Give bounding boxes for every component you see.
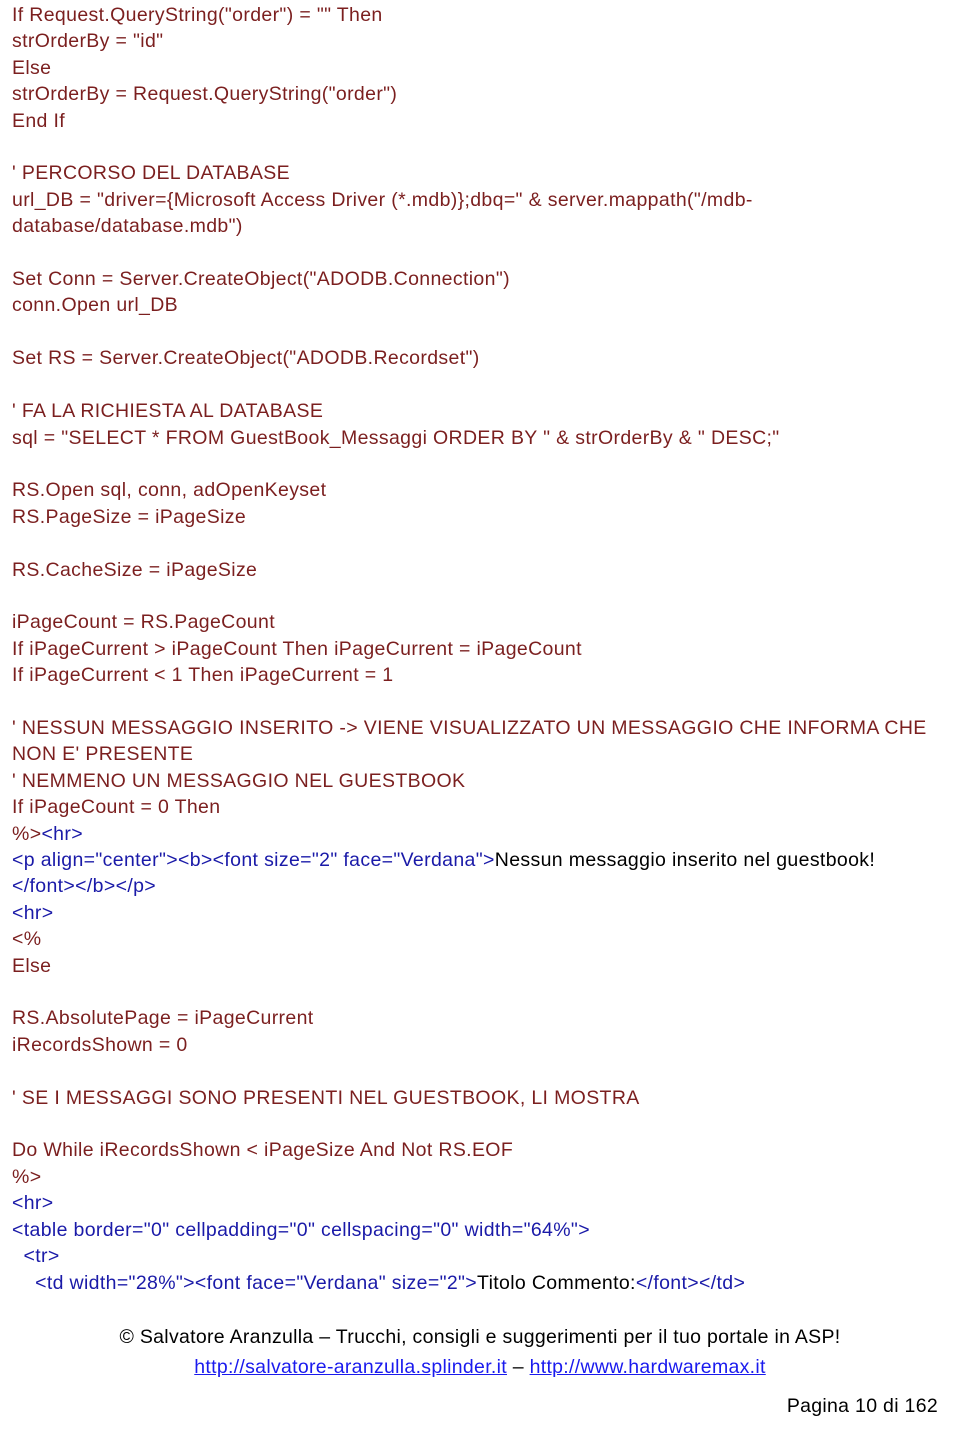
code-line: <table border="0" cellpadding="0" cellsp… — [12, 1218, 590, 1241]
code-line: <td width="28%"><font face="Verdana" siz… — [12, 1270, 937, 1296]
footer-link-splinder[interactable]: http://salvatore-aranzulla.splinder.it — [194, 1356, 507, 1378]
footer-link-separator: – — [506, 1356, 530, 1378]
code-line: %> — [12, 1165, 42, 1188]
code-line: ' FA LA RICHIESTA AL DATABASE — [12, 400, 324, 423]
code-line: RS.CacheSize = iPageSize — [12, 558, 258, 581]
code-token-html: </font></td> — [635, 1271, 746, 1294]
code-token-html: <td width="28%"><font face="Verdana" siz… — [12, 1271, 478, 1294]
footer-copyright: © Salvatore Aranzulla – Trucchi, consigl… — [119, 1326, 841, 1348]
code-line: sql = "SELECT * FROM GuestBook_Messaggi … — [12, 426, 780, 449]
code-line: Do While iRecordsShown < iPageSize And N… — [12, 1139, 514, 1162]
code-line: %><hr> — [12, 821, 937, 847]
code-line: If Request.QueryString("order") = "" The… — [12, 4, 383, 26]
code-line: url_DB = "driver={Microsoft Access Drive… — [12, 188, 753, 238]
code-line: <% — [12, 928, 42, 951]
code-line: iPageCount = RS.PageCount — [12, 611, 275, 634]
page-footer: © Salvatore Aranzulla – Trucchi, consigl… — [0, 1322, 960, 1382]
code-token-html: <hr> — [41, 822, 83, 845]
code-line: If iPageCurrent < 1 Then iPageCurrent = … — [12, 664, 394, 687]
footer-links: http://salvatore-aranzulla.splinder.it –… — [0, 1352, 960, 1382]
code-token-html: <p align="center"><b><font size="2" face… — [12, 849, 495, 871]
document-page: If Request.QueryString("order") = "" The… — [0, 0, 960, 1431]
code-token-vbs: %> — [12, 822, 42, 845]
code-line: Else — [12, 56, 52, 79]
code-line: <p align="center"><b><font size="2" face… — [12, 847, 937, 900]
code-line: RS.PageSize = iPageSize — [12, 505, 247, 528]
code-line: ' SE I MESSAGGI SONO PRESENTI NEL GUESTB… — [12, 1086, 640, 1109]
code-line: conn.Open url_DB — [12, 294, 179, 317]
code-line: End If — [12, 109, 66, 132]
code-line: Else — [12, 954, 52, 977]
code-line: iRecordsShown = 0 — [12, 1033, 188, 1056]
code-line: strOrderBy = Request.QueryString("order"… — [12, 83, 398, 106]
code-token-html: </font></b></p> — [12, 875, 157, 898]
code-line: ' NEMMENO UN MESSAGGIO NEL GUESTBOOK — [12, 769, 466, 792]
code-line: strOrderBy = "id" — [12, 30, 164, 53]
code-line: RS.Open sql, conn, adOpenKeyset — [12, 479, 327, 502]
code-token-text: Nessun messaggio inserito nel guestbook! — [494, 849, 876, 871]
code-line: <hr> — [12, 901, 54, 924]
code-line: RS.AbsolutePage = iPageCurrent — [12, 1007, 314, 1030]
code-token-text: Titolo Commento: — [477, 1271, 636, 1294]
code-line: Set Conn = Server.CreateObject("ADODB.Co… — [12, 268, 510, 291]
code-line: Set RS = Server.CreateObject("ADODB.Reco… — [12, 347, 480, 370]
footer-link-hardwaremax[interactable]: http://www.hardwaremax.it — [530, 1356, 766, 1378]
code-line: ' NESSUN MESSAGGIO INSERITO -> VIENE VIS… — [12, 716, 933, 766]
code-listing: If Request.QueryString("order") = "" The… — [12, 2, 937, 1296]
code-line: <tr> — [12, 1245, 60, 1268]
code-line: If iPageCount = 0 Then — [12, 796, 221, 819]
page-number: Pagina 10 di 162 — [786, 1395, 938, 1417]
code-line: <hr> — [12, 1192, 54, 1215]
code-line: If iPageCurrent > iPageCount Then iPageC… — [12, 637, 582, 660]
code-line: ' PERCORSO DEL DATABASE — [12, 162, 290, 185]
